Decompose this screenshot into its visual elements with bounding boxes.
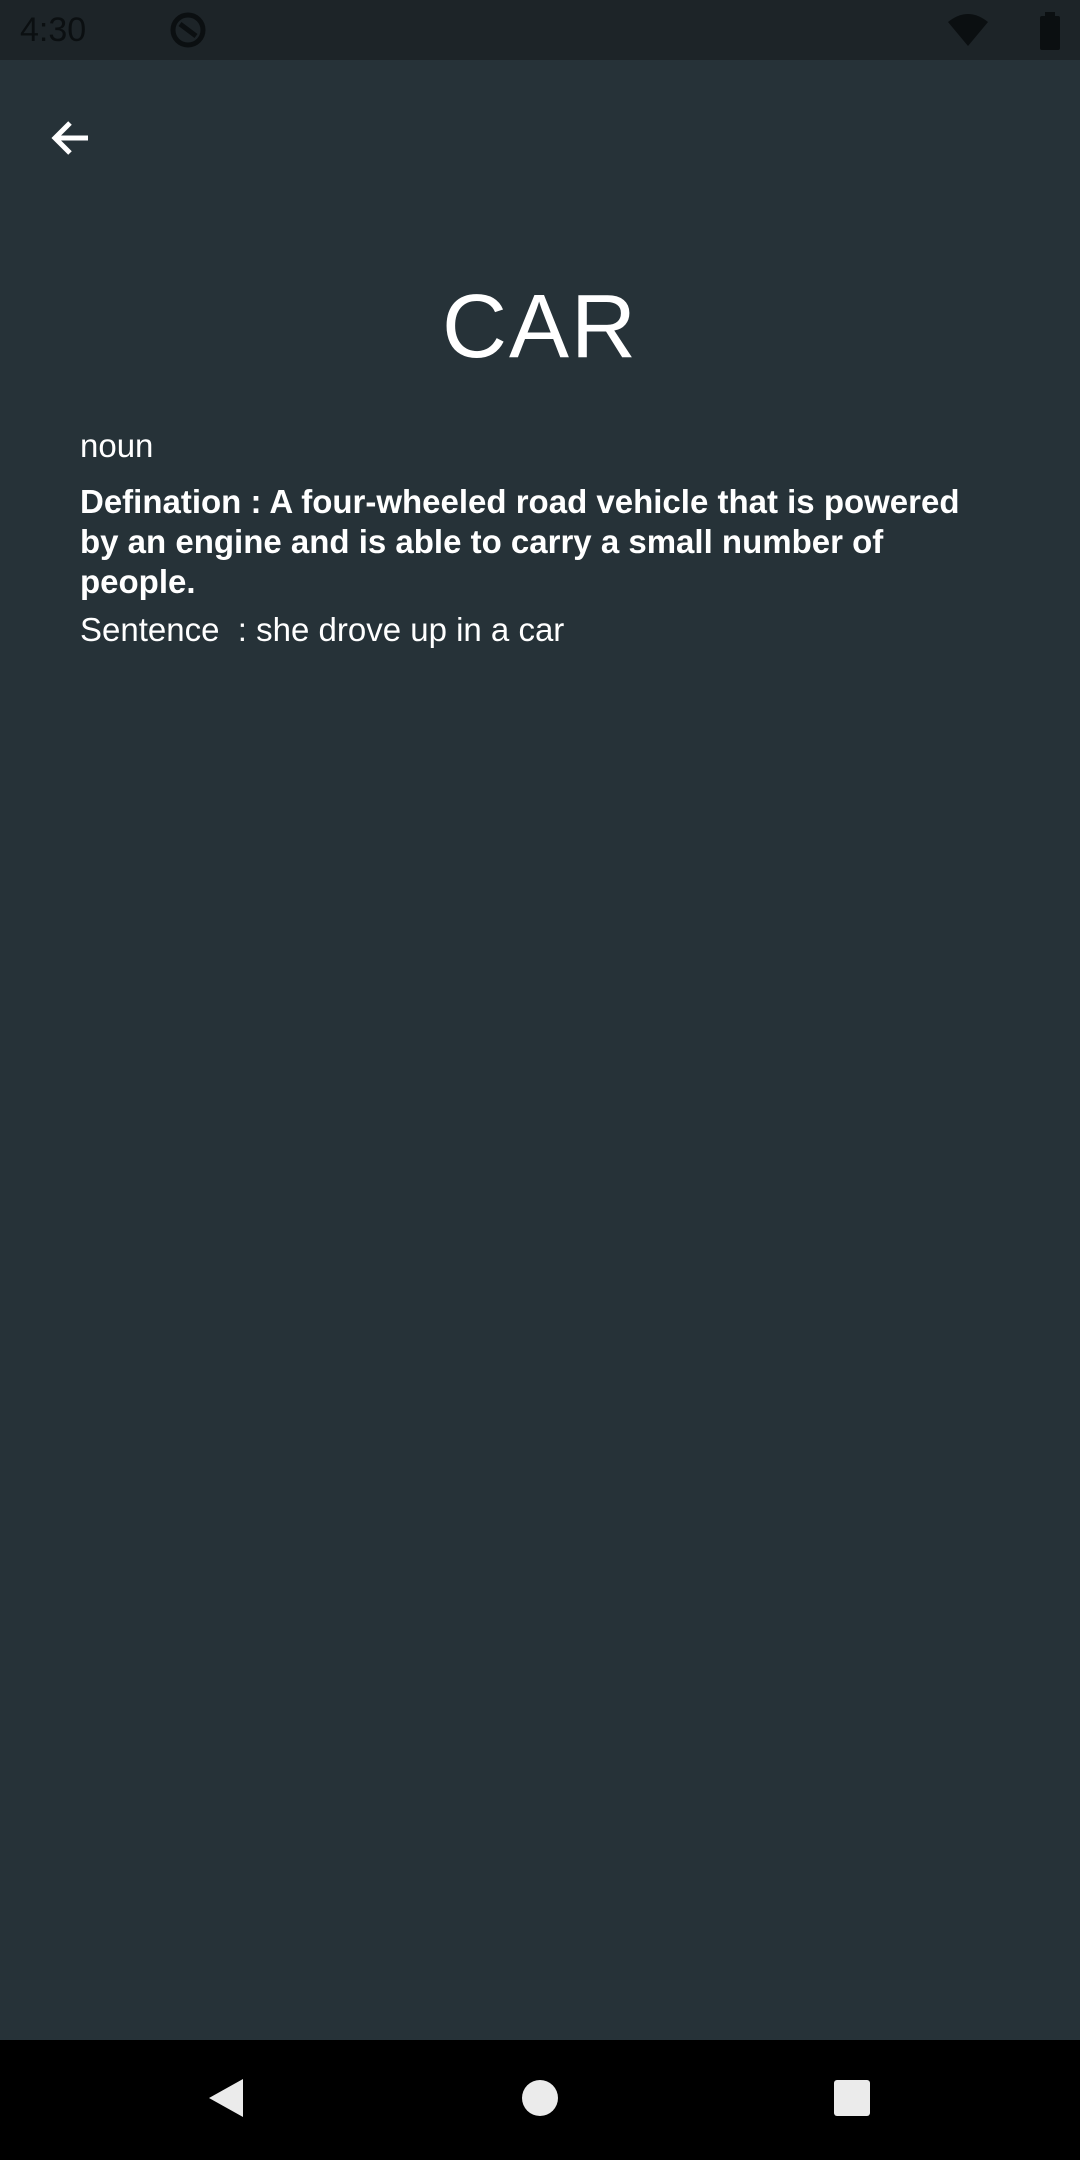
part-of-speech: noun (80, 427, 154, 464)
nav-home-button[interactable] (500, 2060, 580, 2140)
arrow-back-icon (46, 114, 94, 167)
nav-home-icon (520, 2078, 560, 2123)
nav-back-icon (203, 2075, 249, 2126)
wifi-icon (946, 12, 990, 53)
nav-recents-button[interactable] (812, 2060, 892, 2140)
word-details: noun Defination : A four-wheeled road ve… (80, 424, 1000, 652)
system-nav-bar (0, 2040, 1080, 2160)
back-button[interactable] (30, 100, 110, 180)
word-detail-screen: 4:30 CAR noun Defination: A four-wheele… (0, 0, 1080, 2160)
app-bar (0, 60, 1080, 200)
word-title: CAR (441, 277, 639, 377)
battery-icon (1038, 12, 1062, 55)
definition-text: Defination : A four-wheeled road vehicle… (80, 483, 960, 600)
nav-recents-icon (832, 2078, 872, 2123)
status-bar: 4:30 (0, 0, 1080, 60)
nav-back-button[interactable] (186, 2060, 266, 2140)
example-sentence: Sentence : she drove up in a car (80, 611, 565, 648)
sync-icon (168, 10, 208, 55)
status-time: 4:30 (20, 11, 87, 49)
